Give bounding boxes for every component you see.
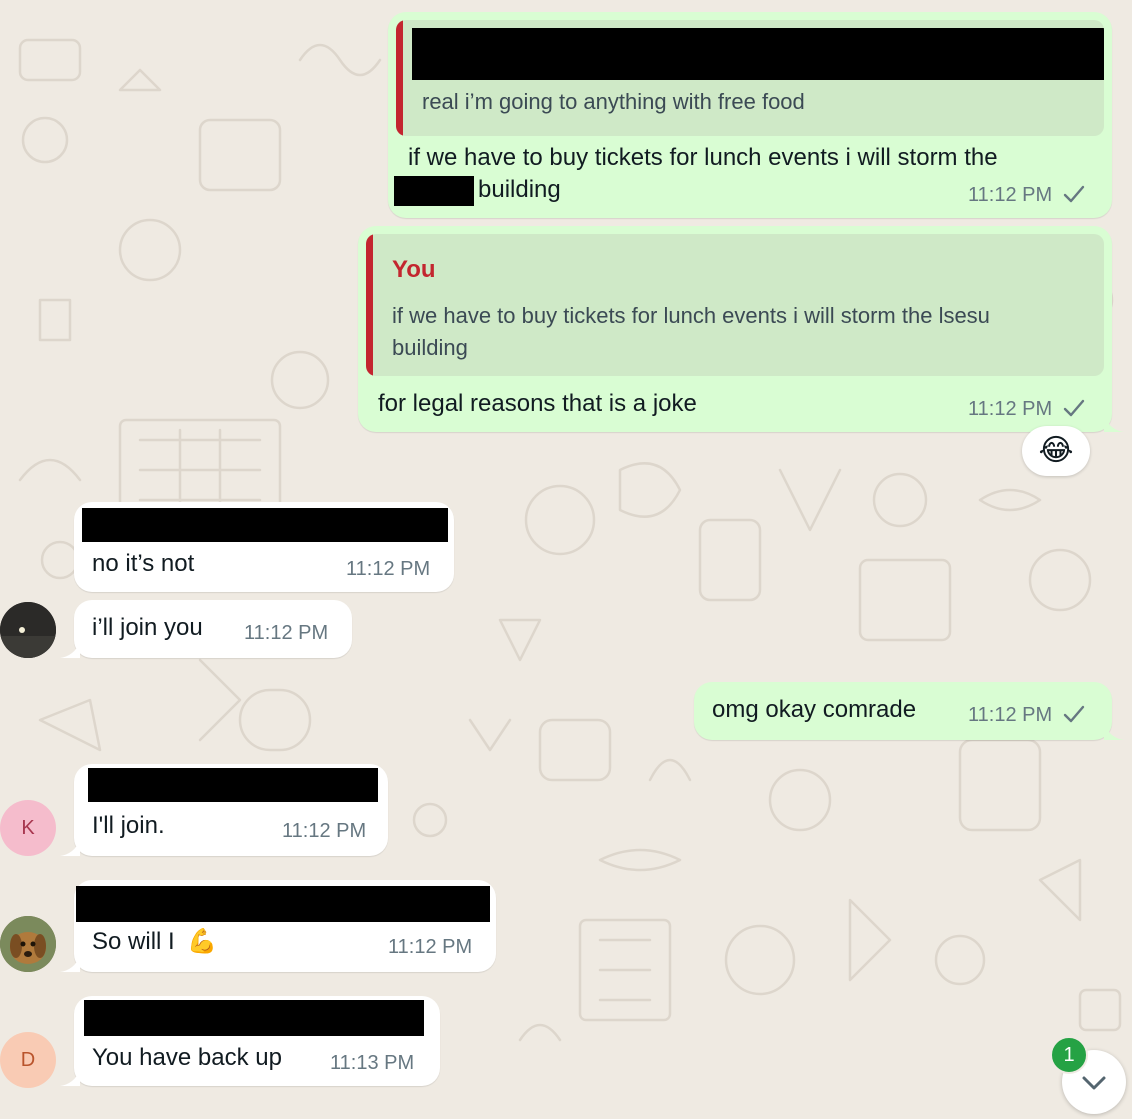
check-icon (1063, 399, 1085, 417)
message-time: 11:12 PM (968, 704, 1053, 726)
redacted-word (394, 176, 474, 206)
check-icon (1063, 705, 1085, 723)
check-icon (1063, 185, 1085, 203)
redacted-sender-name (88, 768, 378, 802)
photo-avatar-dog[interactable] (0, 916, 56, 972)
message-text-line-2: building (478, 176, 561, 203)
unread-count-badge[interactable]: 1 (1050, 1036, 1088, 1074)
bubble-tail (60, 956, 80, 972)
redacted-sender-name (76, 886, 490, 922)
message-text: I'll join. (92, 812, 165, 839)
message-time: 11:13 PM (330, 1052, 415, 1074)
redacted-sender-name (82, 508, 448, 542)
avatar-d[interactable]: D (0, 1032, 56, 1088)
outgoing-message-2[interactable]: You if we have to buy tickets for lunch … (358, 226, 1112, 432)
incoming-message-8[interactable]: You have back up 11:13 PM (74, 996, 440, 1086)
outgoing-message-1[interactable]: real i’m going to anything with free foo… (388, 12, 1112, 218)
laughing-emoji: 😂 (1038, 434, 1074, 467)
message-time: 11:12 PM (968, 398, 1053, 420)
incoming-message-6[interactable]: I'll join. 11:12 PM (74, 764, 388, 856)
message-text: omg okay comrade (712, 696, 917, 723)
reaction-badge[interactable]: 😂 (1022, 426, 1090, 476)
photo-avatar[interactable] (0, 602, 56, 658)
quote-text: real i’m going to anything with free foo… (422, 89, 805, 114)
quote-bar (396, 20, 403, 136)
quoted-message[interactable]: real i’m going to anything with free foo… (396, 20, 1104, 136)
message-text: for legal reasons that is a joke (378, 390, 697, 417)
message-text: no it’s not (92, 550, 195, 577)
message-time: 11:12 PM (968, 184, 1053, 206)
message-text: So will I 💪 (92, 926, 217, 958)
bubble-tail (60, 642, 80, 658)
redacted-sender-name (84, 1000, 424, 1036)
incoming-message-4[interactable]: i’ll join you 11:12 PM (74, 600, 352, 658)
bubble-tail (60, 1070, 80, 1086)
message-time: 11:12 PM (388, 936, 473, 958)
quoted-message-you[interactable]: You if we have to buy tickets for lunch … (366, 234, 1104, 376)
flexed-biceps-emoji: 💪 (187, 928, 218, 955)
quote-text-line-2: building (392, 335, 468, 360)
quote-author: You (392, 256, 436, 283)
bubble-tail (1104, 724, 1124, 740)
incoming-message-7[interactable]: So will I 💪 11:12 PM (74, 880, 496, 972)
redacted-quote-author (412, 28, 1104, 80)
avatar-letter: D (20, 1048, 36, 1071)
message-text: i’ll join you (92, 614, 203, 641)
avatar-letter: K (21, 816, 35, 839)
message-text-content: So will I (92, 928, 175, 955)
message-time: 11:12 PM (282, 820, 367, 842)
quote-text-line-1: if we have to buy tickets for lunch even… (392, 303, 990, 328)
bubble-tail (60, 840, 80, 856)
incoming-message-3[interactable]: no it’s not 11:12 PM (74, 502, 454, 592)
message-time: 11:12 PM (346, 558, 431, 580)
message-text: You have back up (92, 1044, 282, 1071)
outgoing-message-5[interactable]: omg okay comrade 11:12 PM (694, 682, 1112, 740)
quote-bar (366, 234, 373, 376)
message-text-line-1: if we have to buy tickets for lunch even… (408, 144, 998, 171)
bubble-tail (1104, 416, 1124, 432)
message-time: 11:12 PM (244, 622, 329, 644)
avatar-k[interactable]: K (0, 800, 56, 856)
